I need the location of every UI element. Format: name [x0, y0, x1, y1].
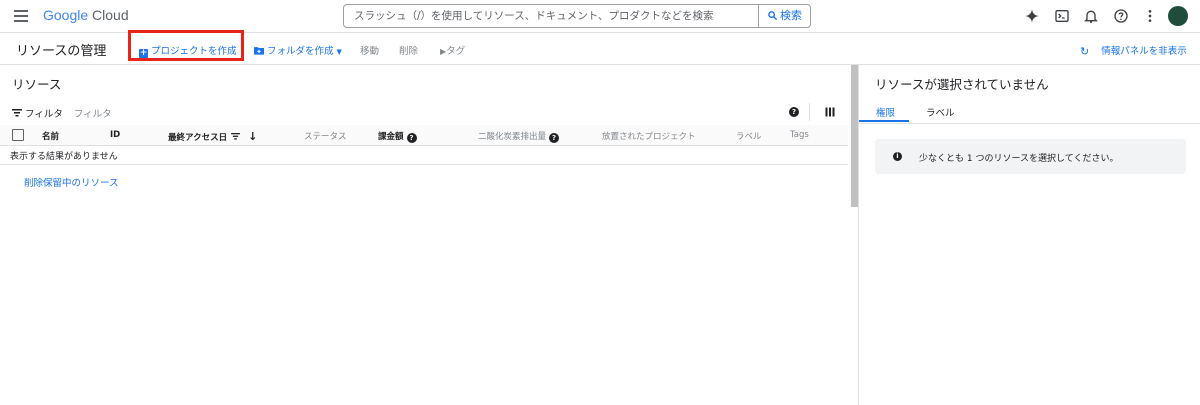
- charges-help-icon[interactable]: ?: [406, 133, 417, 143]
- filter-icon: [12, 109, 22, 117]
- create-folder-icon: [254, 47, 264, 55]
- column-id[interactable]: ID: [110, 130, 120, 140]
- info-panel-title: リソースが選択されていません: [875, 77, 1049, 92]
- tag-label: タグ: [446, 46, 466, 57]
- table-help-icon[interactable]: ?: [789, 107, 799, 117]
- hide-info-panel-label: 情報パネルを非表示: [1101, 46, 1187, 57]
- info-panel: リソースが選択されていません 権限 ラベル i 少なくとも 1 つのリソースを選…: [859, 65, 1200, 405]
- active-tab-indicator: [859, 120, 909, 122]
- filter-label: フィルタ: [25, 109, 63, 120]
- search-box: 検索: [343, 4, 811, 28]
- page-title: リソースの管理: [16, 44, 107, 59]
- menu-icon[interactable]: [14, 10, 28, 22]
- delete-button[interactable]: 削除: [399, 43, 418, 57]
- column-charges[interactable]: 課金額?: [378, 130, 417, 143]
- notifications-icon[interactable]: [1083, 8, 1099, 24]
- toolbar-divider: [809, 103, 810, 121]
- column-carbon[interactable]: 二酸化炭素排出量?: [478, 130, 560, 143]
- tab-permissions[interactable]: 権限: [876, 105, 895, 119]
- create-folder-button[interactable]: フォルダを作成 ▼: [254, 43, 342, 57]
- info-panel-tabs: 権限 ラベル: [859, 99, 1200, 124]
- filter-input[interactable]: フィルタ: [74, 109, 112, 120]
- tab-labels[interactable]: ラベル: [926, 105, 955, 119]
- avatar[interactable]: [1168, 6, 1188, 26]
- info-message-box: i 少なくとも 1 つのリソースを選択してください。: [875, 139, 1186, 174]
- column-last-access[interactable]: 最終アクセス日 ↓: [168, 130, 257, 143]
- table-header: 名前 ID 最終アクセス日 ↓ ステータス 課金額? 二酸化炭素排出量? 放置され…: [0, 125, 848, 146]
- column-abandoned[interactable]: 放置されたプロジェクト: [602, 130, 696, 142]
- info-message: 少なくとも 1 つのリソースを選択してください。: [919, 154, 1119, 164]
- google-cloud-logo[interactable]: Google Cloud: [43, 7, 129, 23]
- column-charges-label: 課金額: [378, 132, 404, 142]
- column-tags[interactable]: Tags: [790, 130, 809, 140]
- help-icon[interactable]: [1113, 8, 1129, 24]
- logo-google: Google: [43, 7, 89, 23]
- chevron-down-icon: ▼: [336, 48, 342, 56]
- resources-pane: リソース フィルタ フィルタ ? 名前 ID 最終アクセス日 ↓ ステータス 課金…: [0, 65, 848, 405]
- highlight-box: [128, 30, 244, 61]
- top-bar: Google Cloud 検索: [0, 0, 1200, 33]
- select-all-checkbox[interactable]: [12, 129, 24, 141]
- gemini-sparkle-icon[interactable]: [1024, 8, 1040, 24]
- search-input[interactable]: [344, 5, 758, 27]
- column-labels[interactable]: ラベル: [736, 130, 762, 142]
- resources-title: リソース: [12, 77, 62, 92]
- filter-bar[interactable]: フィルタ フィルタ: [12, 106, 112, 120]
- cloud-shell-icon[interactable]: [1054, 8, 1070, 24]
- refresh-icon: ↻: [1080, 45, 1090, 58]
- column-carbon-label: 二酸化炭素排出量: [478, 132, 547, 142]
- carbon-help-icon[interactable]: ?: [549, 133, 560, 143]
- arrow-down-icon: ↓: [248, 130, 258, 143]
- column-display-icon[interactable]: [825, 107, 835, 117]
- more-options-icon[interactable]: [1142, 8, 1158, 24]
- pending-deletion-link[interactable]: 削除保留中のリソース: [24, 175, 119, 189]
- tag-button[interactable]: ▶タグ: [440, 43, 465, 57]
- column-last-access-label: 最終アクセス日: [168, 133, 228, 143]
- scrollbar[interactable]: [851, 65, 858, 207]
- empty-message: 表示する結果がありません: [10, 152, 118, 162]
- create-folder-label: フォルダを作成: [267, 46, 334, 57]
- search-button[interactable]: 検索: [758, 5, 810, 27]
- hide-info-panel-button[interactable]: ↻ 情報パネルを非表示: [1080, 43, 1187, 58]
- search-icon: [768, 11, 778, 21]
- sort-filter-icon: [231, 133, 240, 140]
- search-button-label: 検索: [780, 9, 802, 22]
- info-icon: i: [893, 152, 902, 161]
- logo-cloud: Cloud: [92, 7, 129, 23]
- row-divider: [0, 164, 848, 165]
- column-name[interactable]: 名前: [42, 130, 59, 142]
- column-status[interactable]: ステータス: [304, 130, 347, 142]
- move-button[interactable]: 移動: [360, 43, 379, 57]
